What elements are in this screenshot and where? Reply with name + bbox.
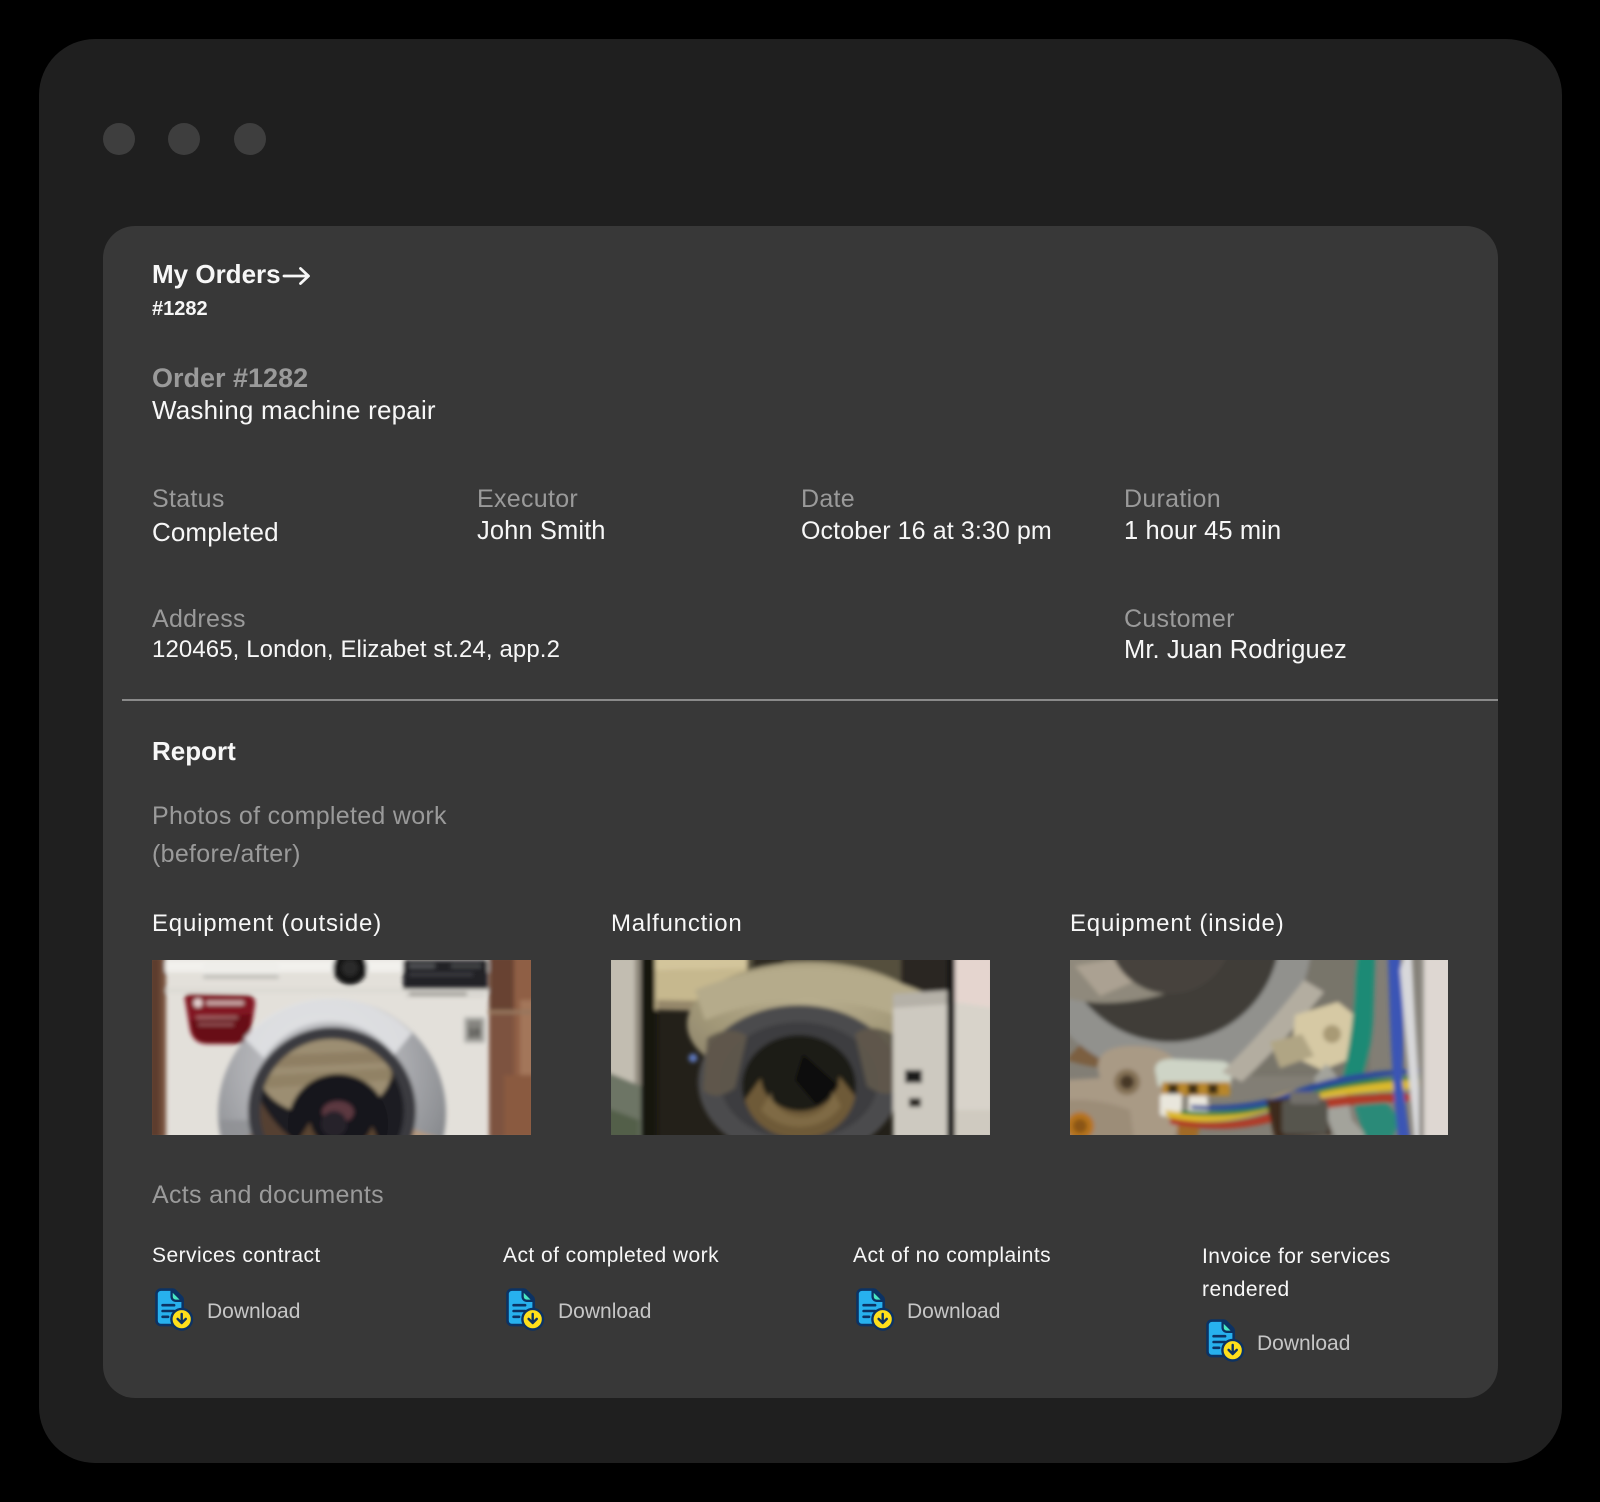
svg-text:10: 10	[468, 1027, 480, 1039]
